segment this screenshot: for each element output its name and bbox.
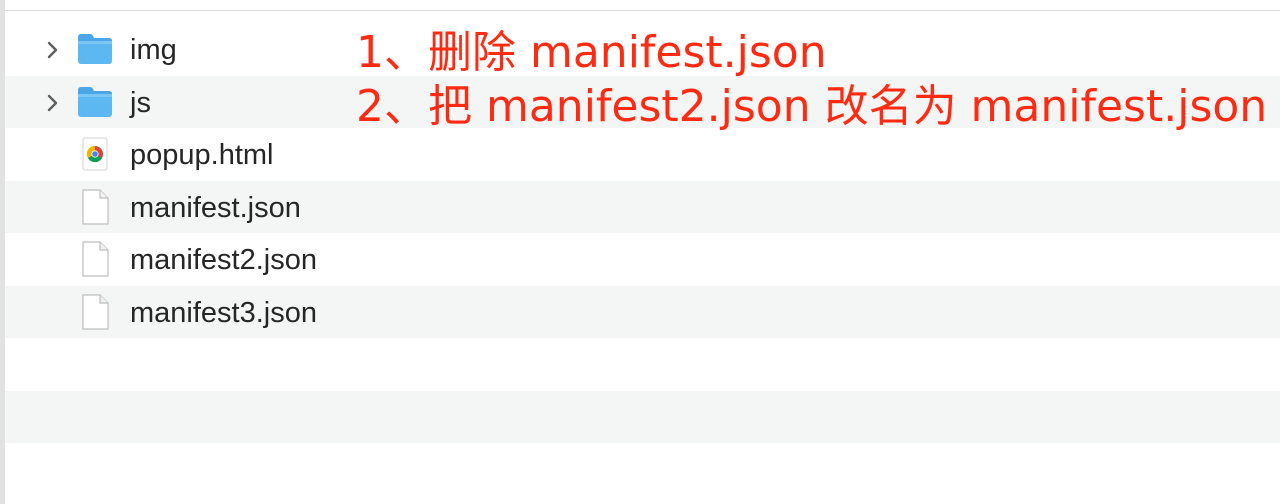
file-name[interactable]: manifest.json <box>130 193 301 223</box>
folder-icon <box>75 84 115 120</box>
list-item-popup-html[interactable]: popup.html <box>5 128 1280 181</box>
empty-row <box>5 390 1280 443</box>
file-name[interactable]: popup.html <box>130 140 274 170</box>
chevron-right-icon[interactable] <box>45 37 61 61</box>
annotation-step-2: 2、把 manifest2.json 改名为 manifest.json <box>356 81 1268 132</box>
file-name[interactable]: js <box>130 88 151 118</box>
list-item-manifest-json[interactable]: manifest.json <box>5 180 1280 233</box>
list-item-manifest3-json[interactable]: manifest3.json <box>5 285 1280 338</box>
document-icon <box>75 188 115 225</box>
window-top-edge <box>0 0 1280 11</box>
document-icon <box>75 293 115 330</box>
folder-icon <box>75 31 115 67</box>
chrome-html-file-icon <box>75 136 115 172</box>
annotation-step-1: 1、删除 manifest.json <box>356 27 827 78</box>
file-name[interactable]: manifest3.json <box>130 298 317 328</box>
empty-row <box>5 443 1280 496</box>
document-icon <box>75 241 115 277</box>
empty-row <box>5 338 1280 391</box>
file-name[interactable]: img <box>130 35 177 65</box>
finder-window: img js popup.html manifest.json manifest… <box>0 0 1280 504</box>
chevron-right-icon[interactable] <box>45 90 61 114</box>
file-name[interactable]: manifest2.json <box>130 245 317 275</box>
list-item-manifest2-json[interactable]: manifest2.json <box>5 233 1280 286</box>
